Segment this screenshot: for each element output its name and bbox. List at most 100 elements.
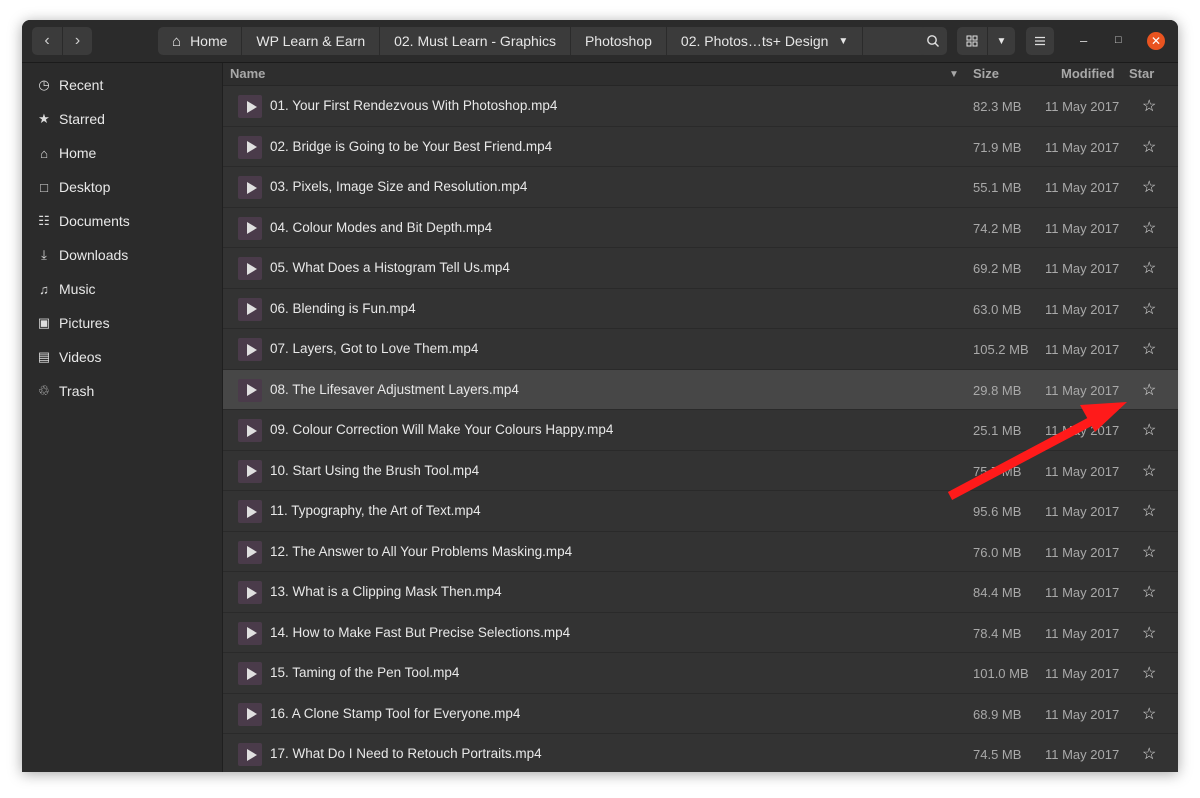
file-row[interactable]: 07. Layers, Got to Love Them.mp4 105.2 MB… xyxy=(223,329,1178,370)
column-size[interactable]: Size xyxy=(973,66,999,81)
file-size: 76.0 MB xyxy=(973,544,1022,560)
star-toggle-icon[interactable]: ☆ xyxy=(1142,137,1156,157)
sidebar-item-pictures[interactable]: ▣ Pictures xyxy=(22,306,222,340)
file-name: 16. A Clone Stamp Tool for Everyone.mp4 xyxy=(270,705,521,721)
view-options-button[interactable]: ▼ xyxy=(987,27,1015,55)
file-row[interactable]: 16. A Clone Stamp Tool for Everyone.mp4 6… xyxy=(223,694,1178,734)
minimize-button[interactable]: – xyxy=(1080,33,1087,48)
star-toggle-icon[interactable]: ☆ xyxy=(1142,582,1156,602)
file-row[interactable]: 14. How to Make Fast But Precise Selecti… xyxy=(223,613,1178,653)
file-size: 95.6 MB xyxy=(973,504,1022,519)
file-name: 11. Typography, the Art of Text.mp4 xyxy=(270,503,481,518)
grid-view-button[interactable] xyxy=(957,27,987,55)
file-row[interactable]: 12. The Answer to All Your Problems Mask… xyxy=(223,532,1178,572)
crumb-must-learn-graphics[interactable]: 02. Must Learn - Graphics xyxy=(379,27,570,55)
star-toggle-icon[interactable]: ☆ xyxy=(1142,177,1156,197)
close-button[interactable]: ✕ xyxy=(1147,32,1165,50)
star-toggle-icon[interactable]: ☆ xyxy=(1142,663,1156,683)
file-name: 09. Colour Correction Will Make Your Col… xyxy=(270,422,614,437)
file-rows: 01. Your First Rendezvous With Photoshop… xyxy=(223,86,1178,772)
video-file-icon xyxy=(238,581,262,604)
file-modified: 11 May 2017 xyxy=(1045,585,1120,600)
file-row[interactable]: 15. Taming of the Pen Tool.mp4 101.0 MB 11… xyxy=(223,653,1178,694)
column-star[interactable]: Star xyxy=(1129,66,1154,81)
star-toggle-icon[interactable]: ☆ xyxy=(1142,218,1156,238)
music-icon: ♫ xyxy=(39,281,49,297)
star-toggle-icon[interactable]: ☆ xyxy=(1142,258,1156,278)
video-file-icon xyxy=(238,135,262,159)
file-row[interactable]: 06. Blending is Fun.mp4 63.0 MB 11 May 201… xyxy=(223,289,1178,329)
sidebar-item-desktop[interactable]: □ Desktop xyxy=(22,170,222,204)
star-toggle-icon[interactable]: ☆ xyxy=(1142,542,1156,562)
grid-icon xyxy=(966,35,978,47)
header-bar: ‹ › ⌂ Home WP Learn & Earn 02. Must Lear… xyxy=(22,20,1178,63)
file-manager-window: ‹ › ⌂ Home WP Learn & Earn 02. Must Lear… xyxy=(22,20,1178,772)
file-modified: 11 May 2017 xyxy=(1045,747,1120,762)
star-toggle-icon[interactable]: ☆ xyxy=(1142,461,1156,481)
file-row[interactable]: 10. Start Using the Brush Tool.mp4 75.7 M… xyxy=(223,451,1178,491)
star-toggle-icon[interactable]: ☆ xyxy=(1142,623,1156,643)
file-modified: 11 May 2017 xyxy=(1045,139,1120,155)
sidebar-item-label: Starred xyxy=(59,111,105,127)
maximize-icon: □ xyxy=(1115,34,1122,46)
star-toggle-icon[interactable]: ☆ xyxy=(1142,339,1156,359)
search-button[interactable] xyxy=(919,27,947,55)
download-icon: ⤓ xyxy=(41,247,47,262)
file-row[interactable]: 01. Your First Rendezvous With Photoshop… xyxy=(223,86,1178,127)
sidebar-item-music[interactable]: ♫ Music xyxy=(22,272,222,306)
file-row[interactable]: 11. Typography, the Art of Text.mp4 95.6 … xyxy=(223,491,1178,532)
forward-button[interactable]: › xyxy=(62,27,92,55)
star-toggle-icon[interactable]: ☆ xyxy=(1142,501,1156,521)
file-size: 84.4 MB xyxy=(973,585,1022,600)
file-modified: 11 May 2017 xyxy=(1045,99,1120,114)
file-row[interactable]: 05. What Does a Histogram Tell Us.mp4 69.… xyxy=(223,248,1178,289)
star-toggle-icon[interactable]: ☆ xyxy=(1142,420,1156,440)
sidebar-item-documents[interactable]: ☷ Documents xyxy=(22,204,222,238)
crumb-wp-learn-earn[interactable]: WP Learn & Earn xyxy=(241,27,380,55)
star-toggle-icon[interactable]: ☆ xyxy=(1142,380,1156,400)
star-toggle-icon[interactable]: ☆ xyxy=(1142,744,1156,764)
star-toggle-icon[interactable]: ☆ xyxy=(1142,96,1156,116)
desktop-icon: □ xyxy=(40,179,48,195)
file-row[interactable]: 02. Bridge is Going to be Your Best Frie… xyxy=(223,127,1178,167)
chevron-left-icon: ‹ xyxy=(44,32,50,49)
file-row[interactable]: 09. Colour Correction Will Make Your Col… xyxy=(223,410,1178,451)
video-file-icon xyxy=(238,95,262,118)
sidebar-item-downloads[interactable]: ⤓ Downloads xyxy=(22,238,222,272)
star-toggle-icon[interactable]: ☆ xyxy=(1142,299,1156,319)
trash-icon: ♲ xyxy=(38,383,50,398)
sidebar-item-label: Documents xyxy=(59,213,130,229)
file-row[interactable]: 13. What is a Clipping Mask Then.mp4 84.4… xyxy=(223,572,1178,613)
sidebar-item-videos[interactable]: ▤ Videos xyxy=(22,340,222,374)
crumb-current-folder[interactable]: 02. Photos…ts+ Design ▼ xyxy=(665,27,863,55)
file-row[interactable]: 04. Colour Modes and Bit Depth.mp4 74.2 M… xyxy=(223,208,1178,248)
back-button[interactable]: ‹ xyxy=(32,27,62,55)
video-file-icon xyxy=(238,176,262,199)
file-row[interactable]: 08. The Lifesaver Adjustment Layers.mp4 2… xyxy=(223,369,1178,410)
column-name[interactable]: Name xyxy=(230,66,265,81)
crumb-home[interactable]: ⌂ Home xyxy=(158,27,242,55)
sidebar-item-home[interactable]: ⌂ Home xyxy=(22,136,222,170)
video-file-icon xyxy=(238,621,262,645)
column-modified[interactable]: Modified xyxy=(1061,66,1114,81)
file-name: 01. Your First Rendezvous With Photoshop… xyxy=(270,98,558,113)
crumb-label: Photoshop xyxy=(584,33,652,49)
sidebar-item-trash[interactable]: ♲ Trash xyxy=(22,374,222,408)
sidebar-item-recent[interactable]: ◷ Recent xyxy=(22,68,222,102)
maximize-button[interactable]: □ xyxy=(1115,34,1122,46)
crumb-label: 02. Must Learn - Graphics xyxy=(394,33,556,49)
file-row[interactable]: 03. Pixels, Image Size and Resolution.mp… xyxy=(223,167,1178,208)
sidebar-item-starred[interactable]: ★ Starred xyxy=(22,102,222,136)
file-size: 69.2 MB xyxy=(973,261,1022,276)
video-file-icon xyxy=(238,540,262,564)
file-name: 15. Taming of the Pen Tool.mp4 xyxy=(270,665,460,680)
file-name: 12. The Answer to All Your Problems Mask… xyxy=(270,543,573,559)
star-toggle-icon[interactable]: ☆ xyxy=(1142,704,1156,724)
sort-descending-icon[interactable]: ▼ xyxy=(949,69,959,80)
crumb-label: WP Learn & Earn xyxy=(256,33,366,49)
crumb-photoshop[interactable]: Photoshop xyxy=(569,27,666,55)
file-row[interactable]: 17. What Do I Need to Retouch Portraits.… xyxy=(223,734,1178,772)
file-modified: 11 May 2017 xyxy=(1045,423,1120,438)
file-name: 05. What Does a Histogram Tell Us.mp4 xyxy=(270,260,510,275)
menu-button[interactable] xyxy=(1026,27,1054,55)
